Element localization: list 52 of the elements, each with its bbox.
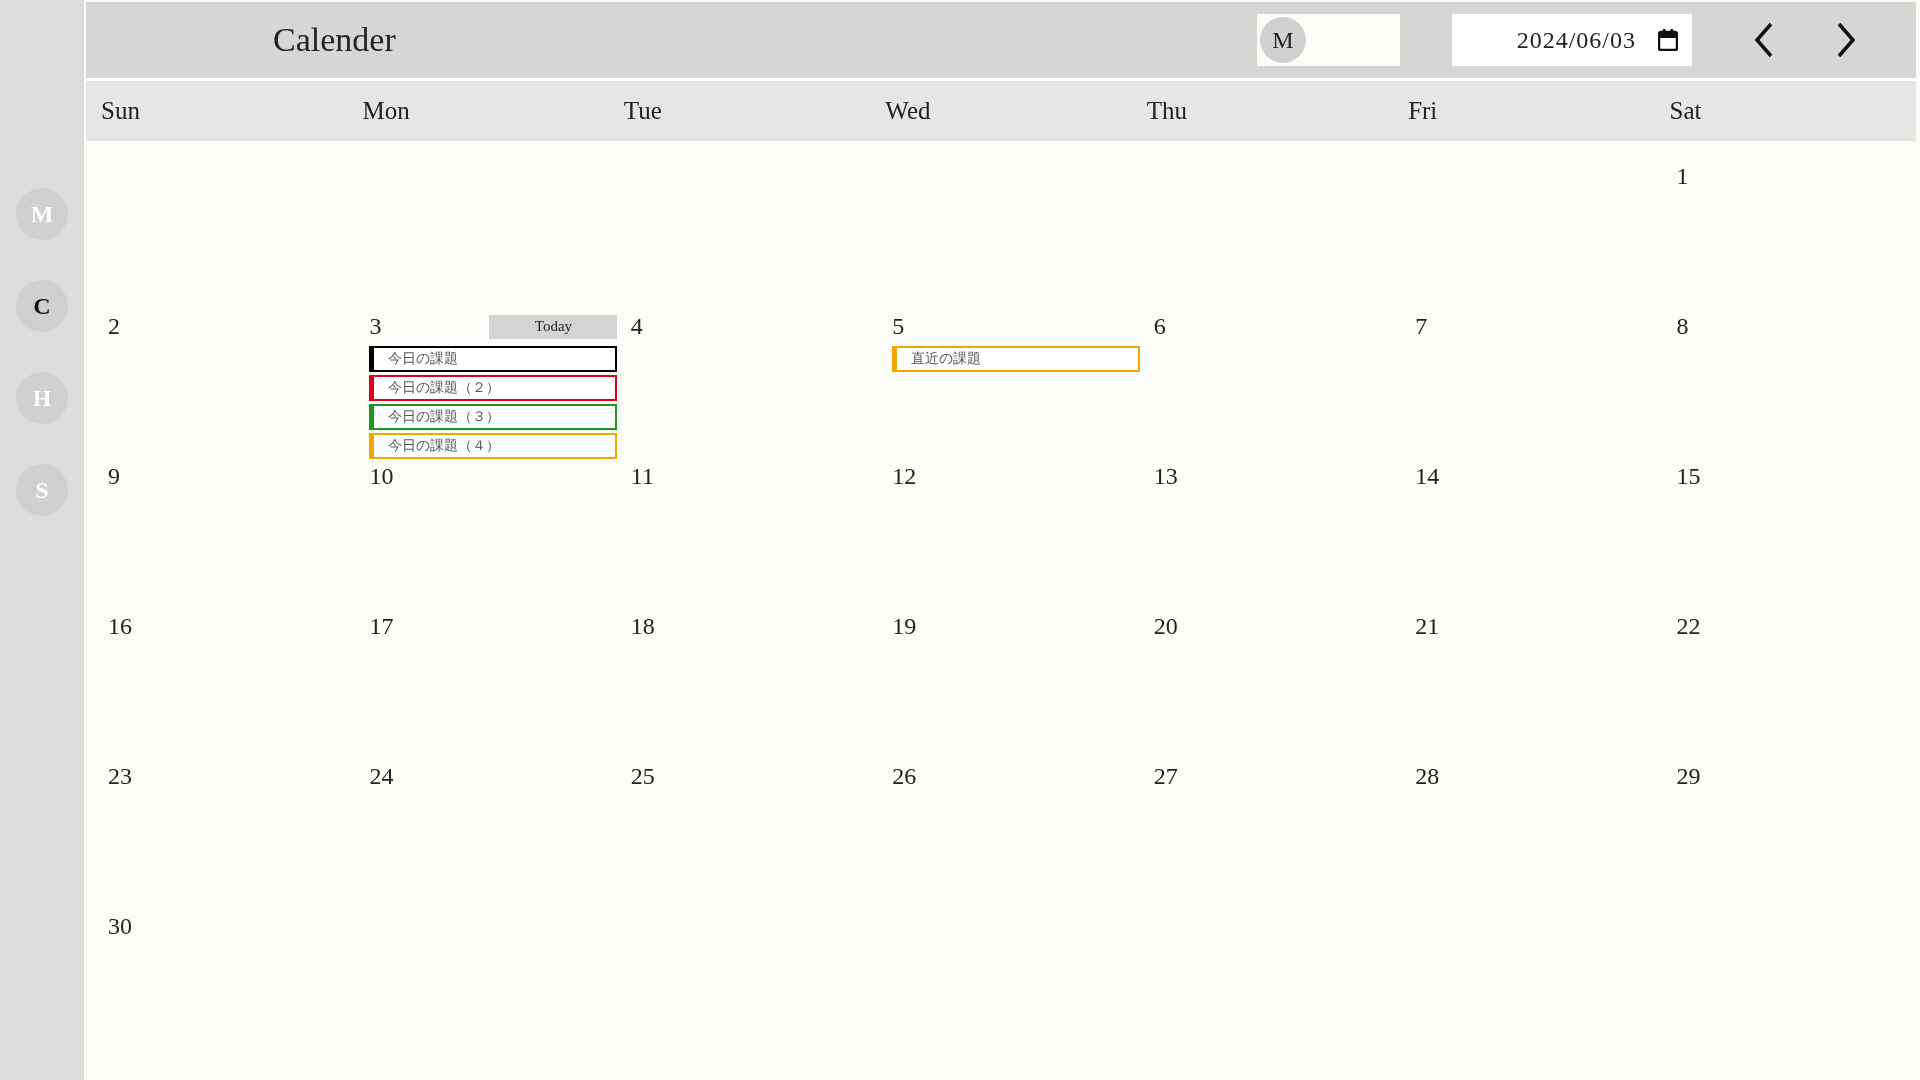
day-number[interactable]: 21 [1415, 613, 1440, 640]
sidebar-item[interactable]: C [16, 280, 68, 332]
day-number[interactable]: 12 [892, 463, 917, 490]
weekday-label: Tue [622, 97, 663, 125]
day-number[interactable]: 28 [1415, 763, 1440, 790]
chevron-right-icon [1836, 22, 1856, 58]
day-number[interactable]: 23 [108, 763, 132, 790]
user-avatar[interactable]: M [1260, 17, 1306, 63]
today-badge: Today [489, 314, 618, 339]
day-number[interactable]: 9 [108, 463, 120, 490]
day-number[interactable]: 22 [1676, 613, 1701, 640]
day-number[interactable]: 20 [1153, 613, 1178, 640]
weekday-label: Thu [1145, 97, 1188, 125]
event-item[interactable]: 今日の課題 [369, 346, 618, 372]
day-number[interactable]: 19 [892, 613, 917, 640]
weekday-label: Sun [100, 97, 141, 125]
event-item[interactable]: 今日の課題（２） [369, 375, 618, 401]
day-number[interactable]: 25 [630, 763, 655, 790]
user-field[interactable]: M [1257, 14, 1400, 66]
day-number[interactable]: 8 [1676, 313, 1689, 340]
day-number[interactable]: 29 [1676, 763, 1701, 790]
weekday-label: Fri [1407, 97, 1439, 125]
weekday-label: Sat [1668, 97, 1703, 125]
day-number[interactable]: 16 [108, 613, 132, 640]
day-number[interactable]: 11 [630, 463, 654, 490]
day-number[interactable]: 18 [630, 613, 655, 640]
event-item[interactable]: 今日の課題（３） [369, 404, 618, 430]
day-number[interactable]: 30 [108, 913, 132, 940]
day-number[interactable]: 13 [1153, 463, 1178, 490]
day-number[interactable]: 10 [369, 463, 394, 490]
day-number[interactable]: 3 [369, 313, 382, 340]
day-number[interactable]: 2 [108, 313, 120, 340]
date-field[interactable]: 2024/06/03 [1452, 14, 1692, 66]
calendar-icon[interactable] [1658, 29, 1678, 51]
day-number[interactable]: 7 [1415, 313, 1428, 340]
day-number[interactable]: 27 [1153, 763, 1178, 790]
day-number[interactable]: 4 [630, 313, 643, 340]
page-title: Calender [273, 21, 397, 59]
day-number[interactable]: 24 [369, 763, 394, 790]
day-number[interactable]: 1 [1676, 163, 1689, 190]
weekday-label: Mon [361, 97, 411, 125]
chevron-left-icon [1754, 22, 1774, 58]
event-item[interactable]: 今日の課題（４） [369, 433, 618, 459]
day-number[interactable]: 14 [1415, 463, 1440, 490]
date-value: 2024/06/03 [1516, 26, 1636, 54]
day-number[interactable]: 6 [1153, 313, 1166, 340]
day-number[interactable]: 26 [892, 763, 917, 790]
day-number[interactable]: 5 [892, 313, 905, 340]
day-number[interactable]: 17 [369, 613, 394, 640]
weekday-label: Wed [884, 97, 932, 125]
event-item[interactable]: 直近の課題 [892, 346, 1141, 372]
day-number[interactable]: 15 [1676, 463, 1701, 490]
